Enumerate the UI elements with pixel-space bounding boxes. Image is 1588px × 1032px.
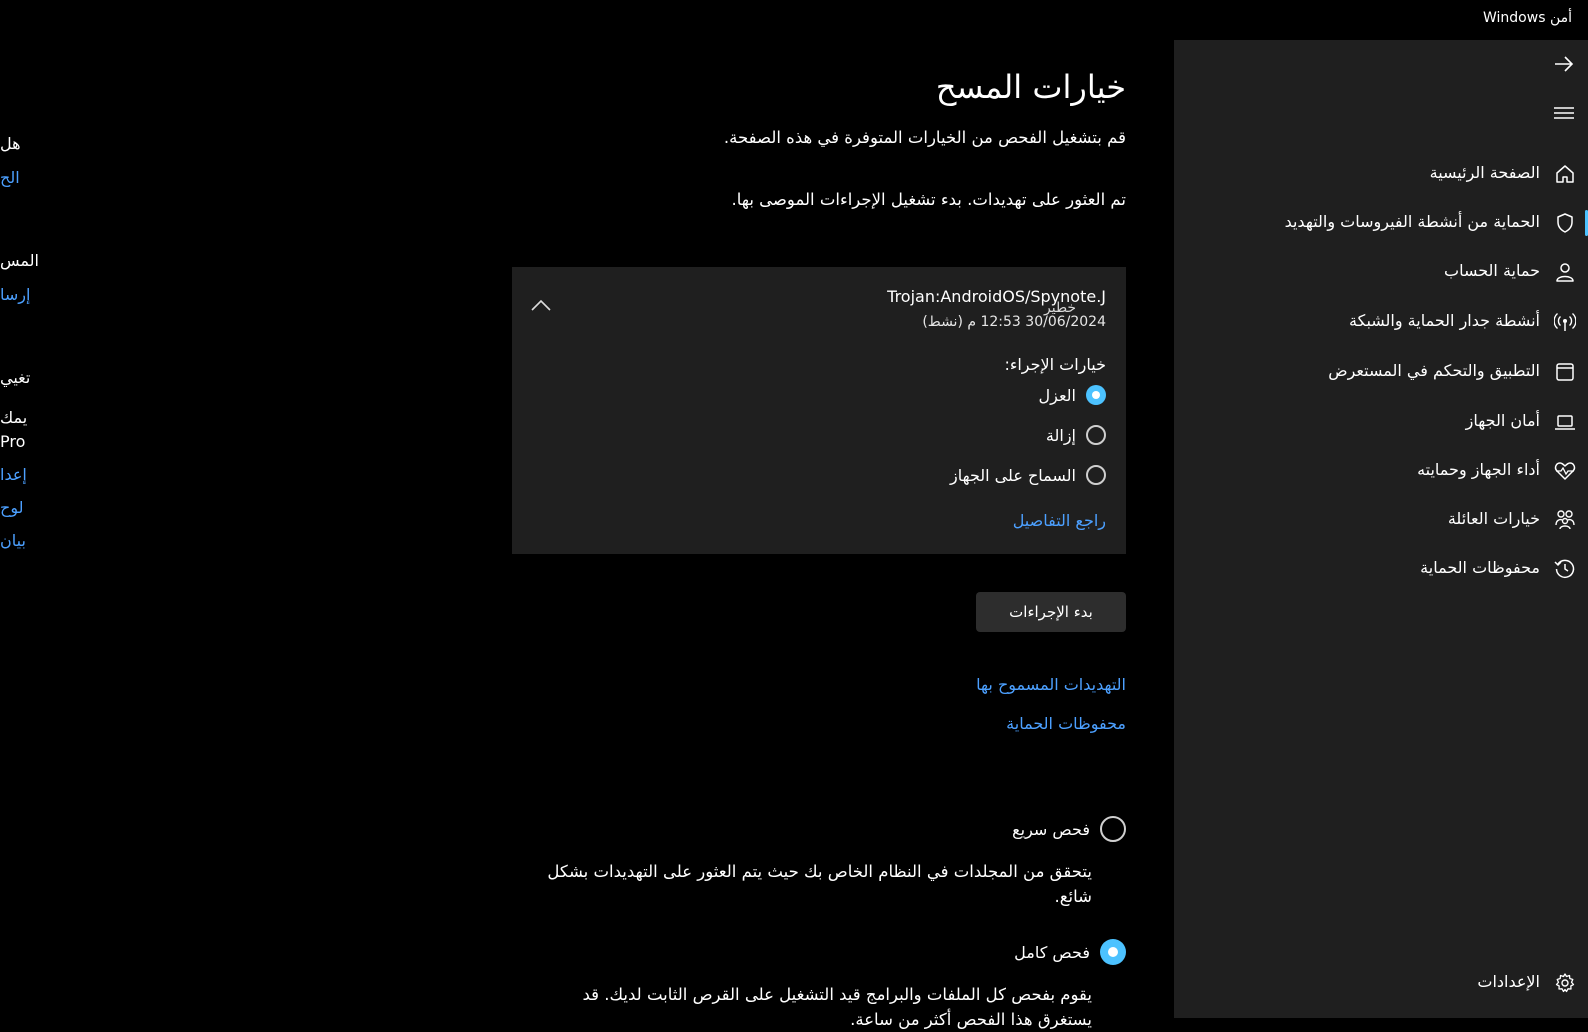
home-icon	[1554, 163, 1576, 185]
wifi-antenna-icon	[1554, 311, 1576, 333]
hamburger-menu-icon[interactable]	[1549, 98, 1579, 128]
threat-found-message: تم العثور على تهديدات. بدء تشغيل الإجراء…	[731, 190, 1126, 209]
radio-button[interactable]	[1086, 425, 1106, 445]
side-panel-link[interactable]: بيان	[0, 531, 26, 550]
radio-button[interactable]	[1086, 385, 1106, 405]
action-option-allow[interactable]: السماح على الجهاز	[950, 461, 1106, 489]
see-details-link[interactable]: راجع التفاصيل	[1013, 511, 1106, 530]
action-option-remove[interactable]: إزالة	[1046, 421, 1106, 449]
sidebar-item-label: الصفحة الرئيسية	[1429, 163, 1540, 182]
allowed-threats-link[interactable]: التهديدات المسموح بها	[976, 675, 1126, 694]
side-panel-link[interactable]: إرسا	[0, 285, 30, 304]
threat-card: Trojan:AndroidOS/Spynote.J 30/06/2024 12…	[512, 267, 1126, 554]
history-icon	[1554, 558, 1576, 580]
sidebar-item-virus-protection[interactable]: الحماية من أنشطة الفيروسات والتهديد	[1174, 201, 1588, 245]
sidebar-item-label: حماية الحساب	[1444, 261, 1540, 280]
sidebar-item-home[interactable]: الصفحة الرئيسية	[1174, 152, 1588, 196]
threat-date: 30/06/2024 12:53 م (نشط)	[922, 314, 1106, 330]
side-panel-heading: المس	[0, 251, 39, 270]
sidebar-item-firewall[interactable]: أنشطة جدار الحماية والشبكة	[1174, 300, 1588, 344]
page-title: خيارات المسح	[935, 68, 1126, 106]
scan-option-label: فحص كامل	[1014, 942, 1090, 962]
action-options-label: خيارات الإجراء:	[1004, 355, 1106, 374]
side-panel-heading: هل	[0, 134, 21, 153]
severity-label: خطير	[1044, 300, 1077, 316]
side-panel-link[interactable]: لوح	[0, 498, 23, 517]
app-window-icon	[1554, 361, 1576, 383]
side-panel-text: Pro	[0, 432, 26, 451]
sidebar-item-family-options[interactable]: خيارات العائلة	[1174, 498, 1588, 542]
radio-button[interactable]	[1100, 939, 1126, 965]
sidebar-item-label: محفوظات الحماية	[1420, 558, 1540, 577]
sidebar-item-account-protection[interactable]: حماية الحساب	[1174, 250, 1588, 294]
sidebar-item-label: أمان الجهاز	[1465, 411, 1540, 430]
side-panel-heading: تغيي	[0, 368, 31, 387]
back-arrow-icon[interactable]	[1549, 49, 1579, 79]
protection-history-link[interactable]: محفوظات الحماية	[1006, 714, 1126, 733]
sidebar-item-label: التطبيق والتحكم في المستعرض	[1328, 361, 1540, 380]
sidebar-item-device-security[interactable]: أمان الجهاز	[1174, 400, 1588, 444]
radio-button[interactable]	[1100, 816, 1126, 842]
heart-pulse-icon	[1554, 460, 1576, 482]
sidebar-item-label: الحماية من أنشطة الفيروسات والتهديد	[1284, 212, 1540, 231]
sidebar-item-label: أنشطة جدار الحماية والشبكة	[1349, 311, 1540, 330]
family-icon	[1554, 509, 1576, 531]
settings-label: الإعدادات	[1477, 972, 1540, 991]
person-icon	[1554, 261, 1576, 283]
full-scan-description: يقوم بفحص كل الملفات والبرامج قيد التشغي…	[582, 985, 1092, 1029]
action-option-label: السماح على الجهاز	[949, 465, 1076, 485]
page-subtitle: قم بتشغيل الفحص من الخيارات المتوفرة في …	[723, 128, 1126, 147]
side-panel-link[interactable]: الح	[0, 168, 20, 187]
sidebar-item-label: خيارات العائلة	[1447, 509, 1540, 528]
laptop-icon	[1554, 411, 1576, 433]
action-option-label: إزالة	[1045, 425, 1076, 445]
sidebar-item-protection-history[interactable]: محفوظات الحماية	[1174, 547, 1588, 591]
scan-option-label: فحص سريع	[1012, 819, 1090, 839]
quick-scan-description: يتحقق من المجلدات في النظام الخاص بك حيث…	[547, 862, 1092, 906]
side-panel-link[interactable]: إعدا	[0, 465, 27, 484]
sidebar-item-settings[interactable]: الإعدادات	[1174, 966, 1588, 1000]
sidebar-item-label: أداء الجهاز وحمايته	[1417, 460, 1540, 479]
chevron-up-icon[interactable]	[530, 298, 552, 312]
action-option-quarantine[interactable]: العزل	[1038, 381, 1106, 409]
quick-scan-option[interactable]: فحص سريع	[1012, 815, 1126, 843]
window-title: أمن Windows	[1483, 10, 1572, 26]
shield-icon	[1554, 212, 1576, 234]
sidebar-item-device-performance[interactable]: أداء الجهاز وحمايته	[1174, 449, 1588, 493]
action-option-label: العزل	[1038, 385, 1077, 405]
radio-button[interactable]	[1086, 465, 1106, 485]
full-scan-option[interactable]: فحص كامل	[1014, 938, 1126, 966]
side-panel-text: يمك	[0, 408, 28, 427]
sidebar-item-app-browser[interactable]: التطبيق والتحكم في المستعرض	[1174, 350, 1588, 394]
sidebar: الصفحة الرئيسية الحماية من أنشطة الفيروس…	[1174, 40, 1588, 1018]
start-actions-button[interactable]: بدء الإجراءات	[976, 592, 1126, 632]
gear-icon	[1554, 972, 1576, 994]
